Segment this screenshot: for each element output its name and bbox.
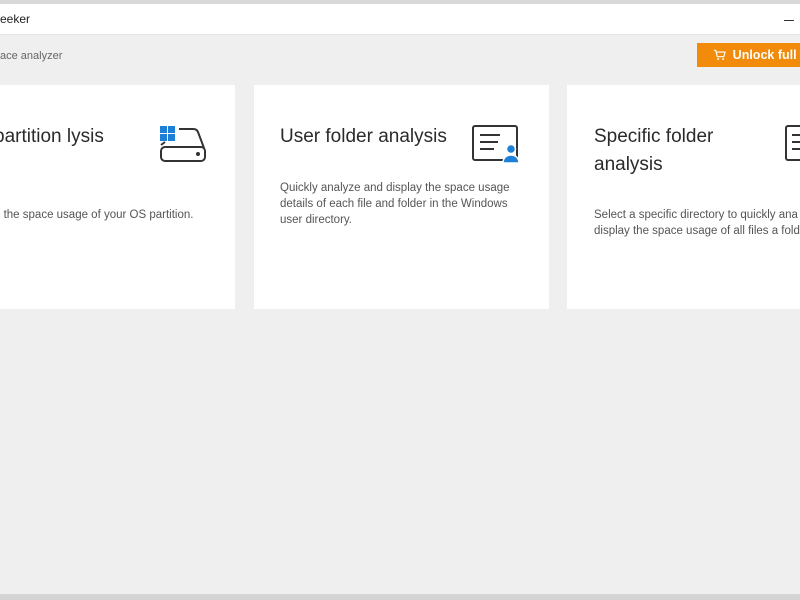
- cart-icon: [713, 49, 726, 61]
- page-subtitle: ace analyzer: [0, 50, 63, 62]
- user-folder-analysis-card[interactable]: User folder analysis Quickly analyze and…: [254, 85, 549, 309]
- unlock-full-version-button[interactable]: Unlock full v: [697, 43, 800, 67]
- card-description: Quickly analyze and display the space us…: [280, 182, 510, 226]
- card-title: partition lysis: [0, 126, 104, 147]
- app-title: eeker: [0, 12, 31, 26]
- card-title: User folder analysis: [280, 126, 447, 147]
- unlock-label: Unlock full v: [732, 48, 800, 62]
- card-description: Select a specific directory to quickly a…: [594, 209, 800, 237]
- specific-folder-analysis-card[interactable]: Specific folder analysis Select a specif…: [567, 85, 800, 309]
- os-partition-analysis-card[interactable]: partition lysis e the space usage of you…: [0, 85, 235, 309]
- window-bottom-edge: [0, 594, 800, 600]
- folder-document-icon: [785, 125, 800, 161]
- drive-windows-icon: [160, 126, 206, 162]
- user-folder-icon: [472, 125, 520, 164]
- title-bar: eeker: [0, 4, 800, 35]
- card-title: Specific folder analysis: [594, 126, 714, 175]
- app-window: eeker ace analyzer Unlock full v partiti…: [0, 0, 800, 600]
- minimize-button[interactable]: [778, 8, 800, 32]
- card-description: e the space usage of your OS partition.: [0, 209, 194, 221]
